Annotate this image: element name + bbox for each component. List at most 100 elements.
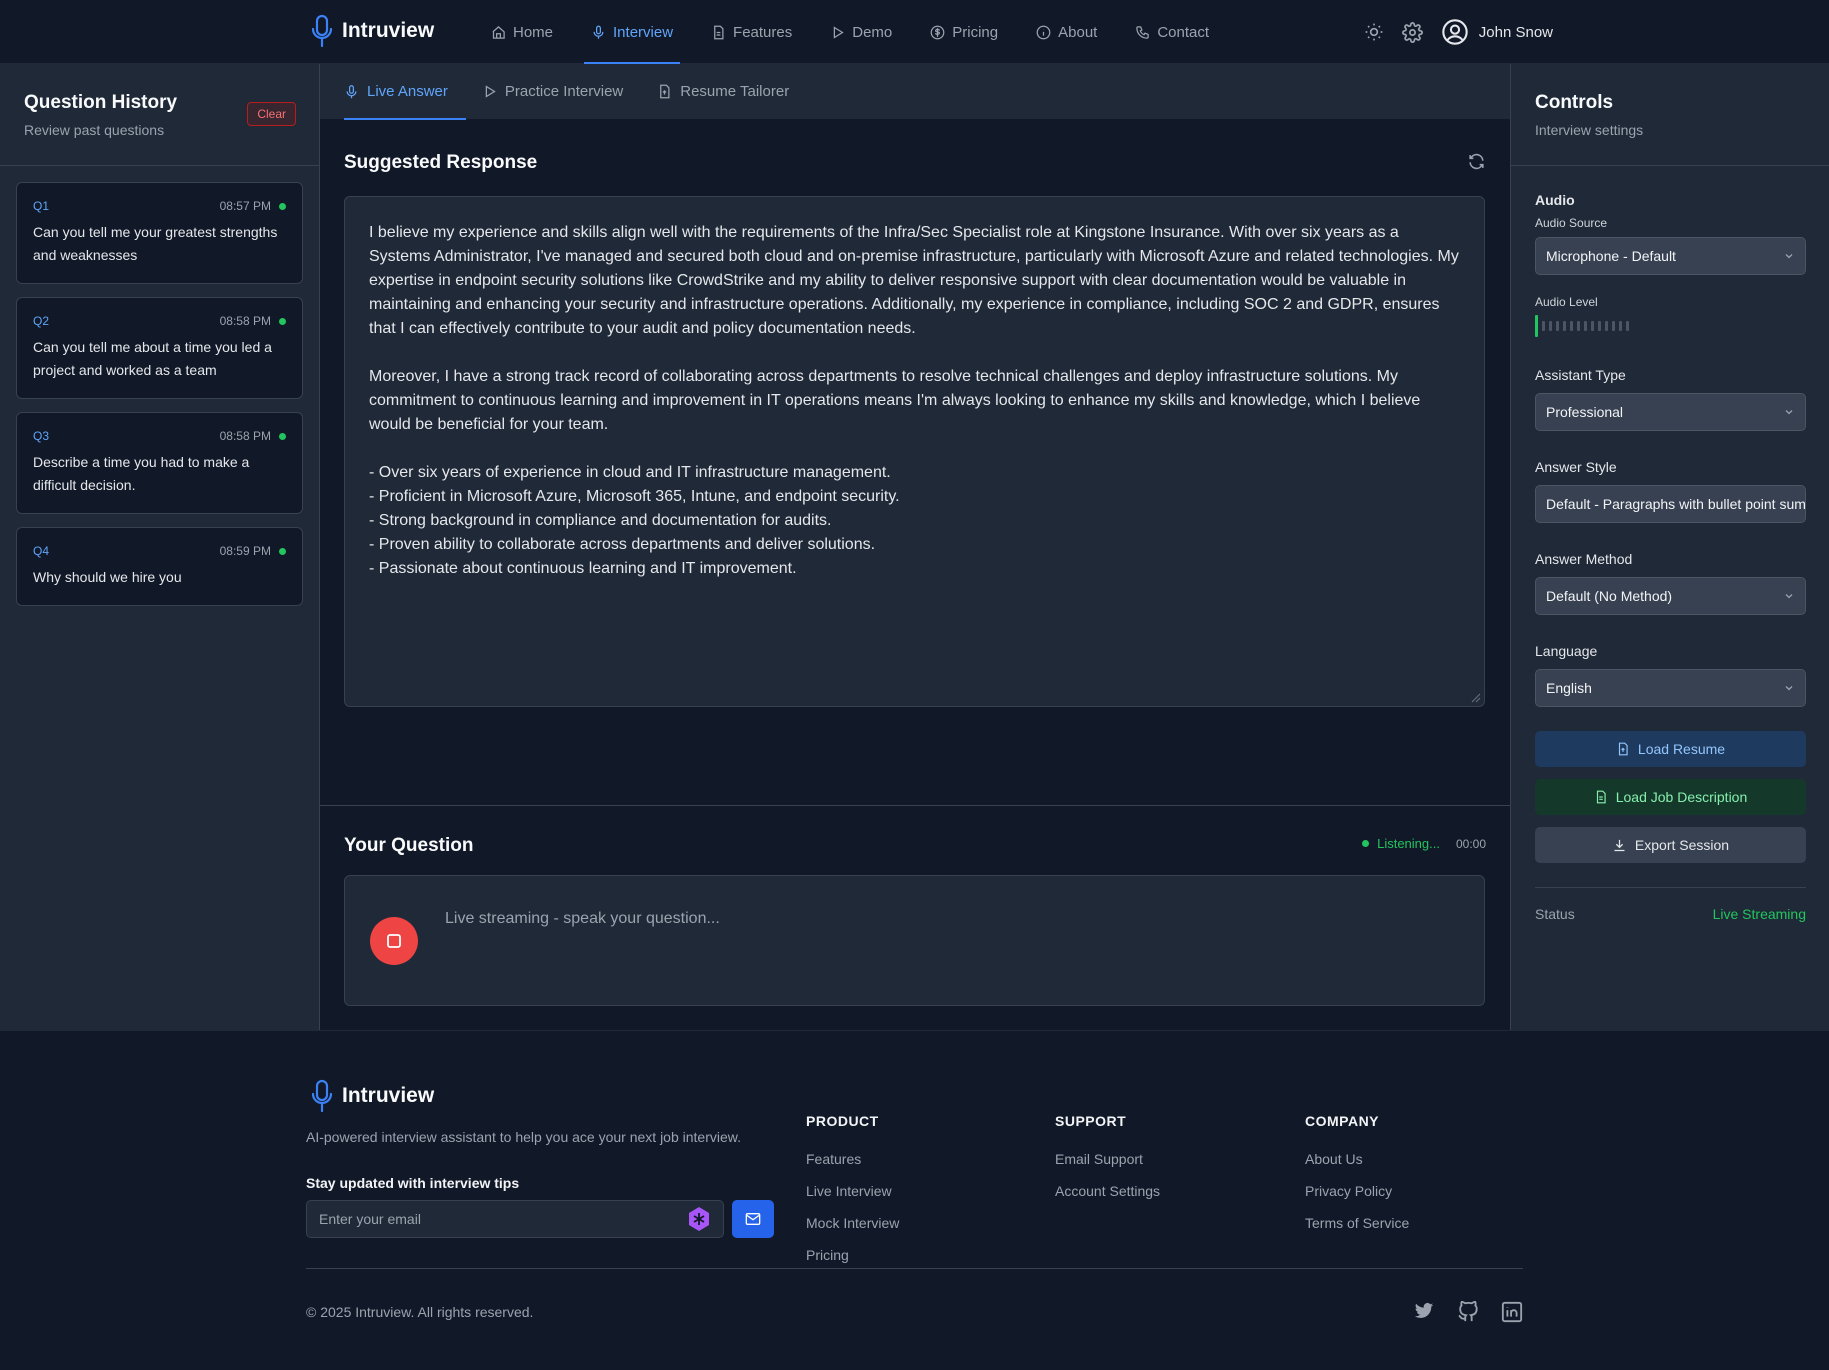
history-list: Q1 08:57 PM Can you tell me your greatest… — [16, 182, 303, 619]
assistant-type-select[interactable]: Professional — [1535, 393, 1806, 431]
email-placeholder: Enter your email — [319, 1211, 421, 1227]
load-job-description-button[interactable]: Load Job Description — [1535, 779, 1806, 815]
site-footer: Intruview AI-powered interview assistant… — [0, 1030, 1829, 1370]
load-resume-button[interactable]: Load Resume — [1535, 731, 1806, 767]
footer-link[interactable]: Account Settings — [1055, 1183, 1160, 1199]
question-id: Q3 — [33, 429, 50, 443]
tab-label: Resume Tailorer — [680, 83, 790, 100]
answer-method-select[interactable]: Default (No Method) — [1535, 577, 1806, 615]
refresh-icon[interactable] — [1467, 152, 1486, 171]
status-value: Live Streaming — [1712, 906, 1806, 922]
nav-home[interactable]: Home — [472, 0, 572, 64]
play-icon — [482, 84, 497, 99]
brand-logo[interactable]: Intruview — [310, 14, 434, 48]
answer-style-label: Answer Style — [1535, 459, 1617, 475]
user-avatar-icon — [1441, 18, 1469, 46]
audio-level-meter — [1535, 315, 1806, 337]
sun-icon[interactable] — [1364, 22, 1384, 42]
info-icon — [1036, 25, 1051, 40]
linkedin-icon[interactable] — [1501, 1301, 1523, 1323]
assistant-type-label: Assistant Type — [1535, 367, 1626, 383]
footer-link[interactable]: Features — [806, 1151, 899, 1167]
stop-recording-button[interactable] — [370, 917, 418, 965]
phone-icon — [1135, 25, 1150, 40]
gear-icon[interactable] — [1401, 21, 1423, 43]
status-label: Status — [1535, 906, 1575, 922]
nav-features[interactable]: Features — [692, 0, 811, 64]
select-value: Professional — [1546, 404, 1624, 420]
newsletter-submit-button[interactable] — [732, 1200, 774, 1238]
footer-link[interactable]: Email Support — [1055, 1151, 1160, 1167]
github-icon[interactable] — [1457, 1301, 1479, 1323]
nav-label: Demo — [852, 23, 893, 41]
history-item[interactable]: Q3 08:58 PM Describe a time you had to ma… — [16, 412, 303, 514]
controls-title: Controls — [1535, 92, 1614, 113]
resize-handle-icon[interactable] — [1471, 693, 1481, 703]
nav-about[interactable]: About — [1017, 0, 1116, 64]
audio-level-bar — [1584, 321, 1587, 331]
button-label: Export Session — [1634, 837, 1730, 853]
chevron-down-icon — [1783, 590, 1795, 602]
language-select[interactable]: English — [1535, 669, 1806, 707]
copyright: © 2025 Intruview. All rights reserved. — [306, 1304, 534, 1320]
dollar-icon — [930, 25, 945, 40]
chevron-down-icon — [1783, 250, 1795, 262]
status-dot — [279, 432, 286, 440]
audio-level-bar — [1570, 321, 1573, 331]
footer-brand[interactable]: Intruview — [310, 1079, 434, 1113]
footer-column-support: SUPPORT Email Support Account Settings — [1055, 1113, 1160, 1215]
button-label: Load Resume — [1637, 741, 1726, 757]
footer-link[interactable]: About Us — [1305, 1151, 1409, 1167]
footer-link[interactable]: Pricing — [806, 1247, 899, 1263]
stop-icon — [386, 933, 402, 949]
nav-pricing[interactable]: Pricing — [911, 0, 1017, 64]
status-row: Status Live Streaming — [1535, 906, 1806, 922]
question-input-area[interactable]: Live streaming - speak your question... — [344, 875, 1485, 1006]
tab-live-answer[interactable]: Live Answer — [344, 64, 466, 120]
newsletter-email-input[interactable]: Enter your email — [306, 1200, 724, 1238]
audio-level-bar — [1549, 321, 1552, 331]
response-paragraph: Moreover, I have a strong track record o… — [369, 368, 1421, 433]
question-timer: 00:00 — [1455, 836, 1486, 851]
user-menu[interactable]: John Snow — [1441, 18, 1553, 46]
export-session-button[interactable]: Export Session — [1535, 827, 1806, 863]
footer-link[interactable]: Mock Interview — [806, 1215, 899, 1231]
audio-level-bar — [1577, 321, 1580, 331]
audio-heading: Audio — [1535, 192, 1575, 208]
nav-demo[interactable]: Demo — [811, 0, 911, 64]
question-id: Q1 — [33, 199, 50, 213]
live-dot — [1362, 840, 1370, 847]
tab-practice-interview[interactable]: Practice Interview — [482, 64, 641, 119]
audio-level-bar — [1619, 321, 1622, 331]
history-item[interactable]: Q4 08:59 PM Why should we hire you — [16, 527, 303, 606]
download-icon — [1612, 838, 1627, 853]
answer-style-input[interactable]: Default - Paragraphs with bullet point s… — [1535, 485, 1806, 523]
suggested-response-textarea[interactable]: I believe my experience and skills align… — [344, 196, 1485, 707]
answer-method-label: Answer Method — [1535, 551, 1633, 567]
audio-source-select[interactable]: Microphone - Default — [1535, 237, 1806, 275]
audio-level-label: Audio Level — [1535, 295, 1598, 309]
select-value: Default (No Method) — [1546, 588, 1673, 604]
twitter-icon[interactable] — [1413, 1301, 1435, 1323]
newsletter-title: Stay updated with interview tips — [306, 1175, 520, 1191]
footer-description: AI-powered interview assistant to help y… — [306, 1129, 742, 1145]
audio-level-bar — [1591, 321, 1594, 331]
clear-history-button[interactable]: Clear — [247, 102, 296, 126]
nav-label: Features — [733, 23, 793, 41]
nav-contact[interactable]: Contact — [1116, 0, 1228, 64]
footer-link[interactable]: Privacy Policy — [1305, 1183, 1409, 1199]
file-upload-icon — [657, 83, 672, 100]
question-text: Can you tell me about a time you led a p… — [33, 339, 272, 378]
audio-level-bar — [1598, 321, 1601, 331]
history-item[interactable]: Q2 08:58 PM Can you tell me about a time … — [16, 297, 303, 399]
extension-icon — [687, 1206, 711, 1232]
footer-link[interactable]: Live Interview — [806, 1183, 899, 1199]
mic-icon — [344, 83, 359, 101]
history-item[interactable]: Q1 08:57 PM Can you tell me your greatest… — [16, 182, 303, 284]
audio-level-bar — [1626, 321, 1629, 331]
footer-link[interactable]: Terms of Service — [1305, 1215, 1409, 1231]
nav-interview[interactable]: Interview — [572, 0, 692, 64]
tab-resume-tailorer[interactable]: Resume Tailorer — [657, 64, 807, 119]
audio-level-bar — [1612, 321, 1615, 331]
question-id: Q4 — [33, 544, 50, 558]
